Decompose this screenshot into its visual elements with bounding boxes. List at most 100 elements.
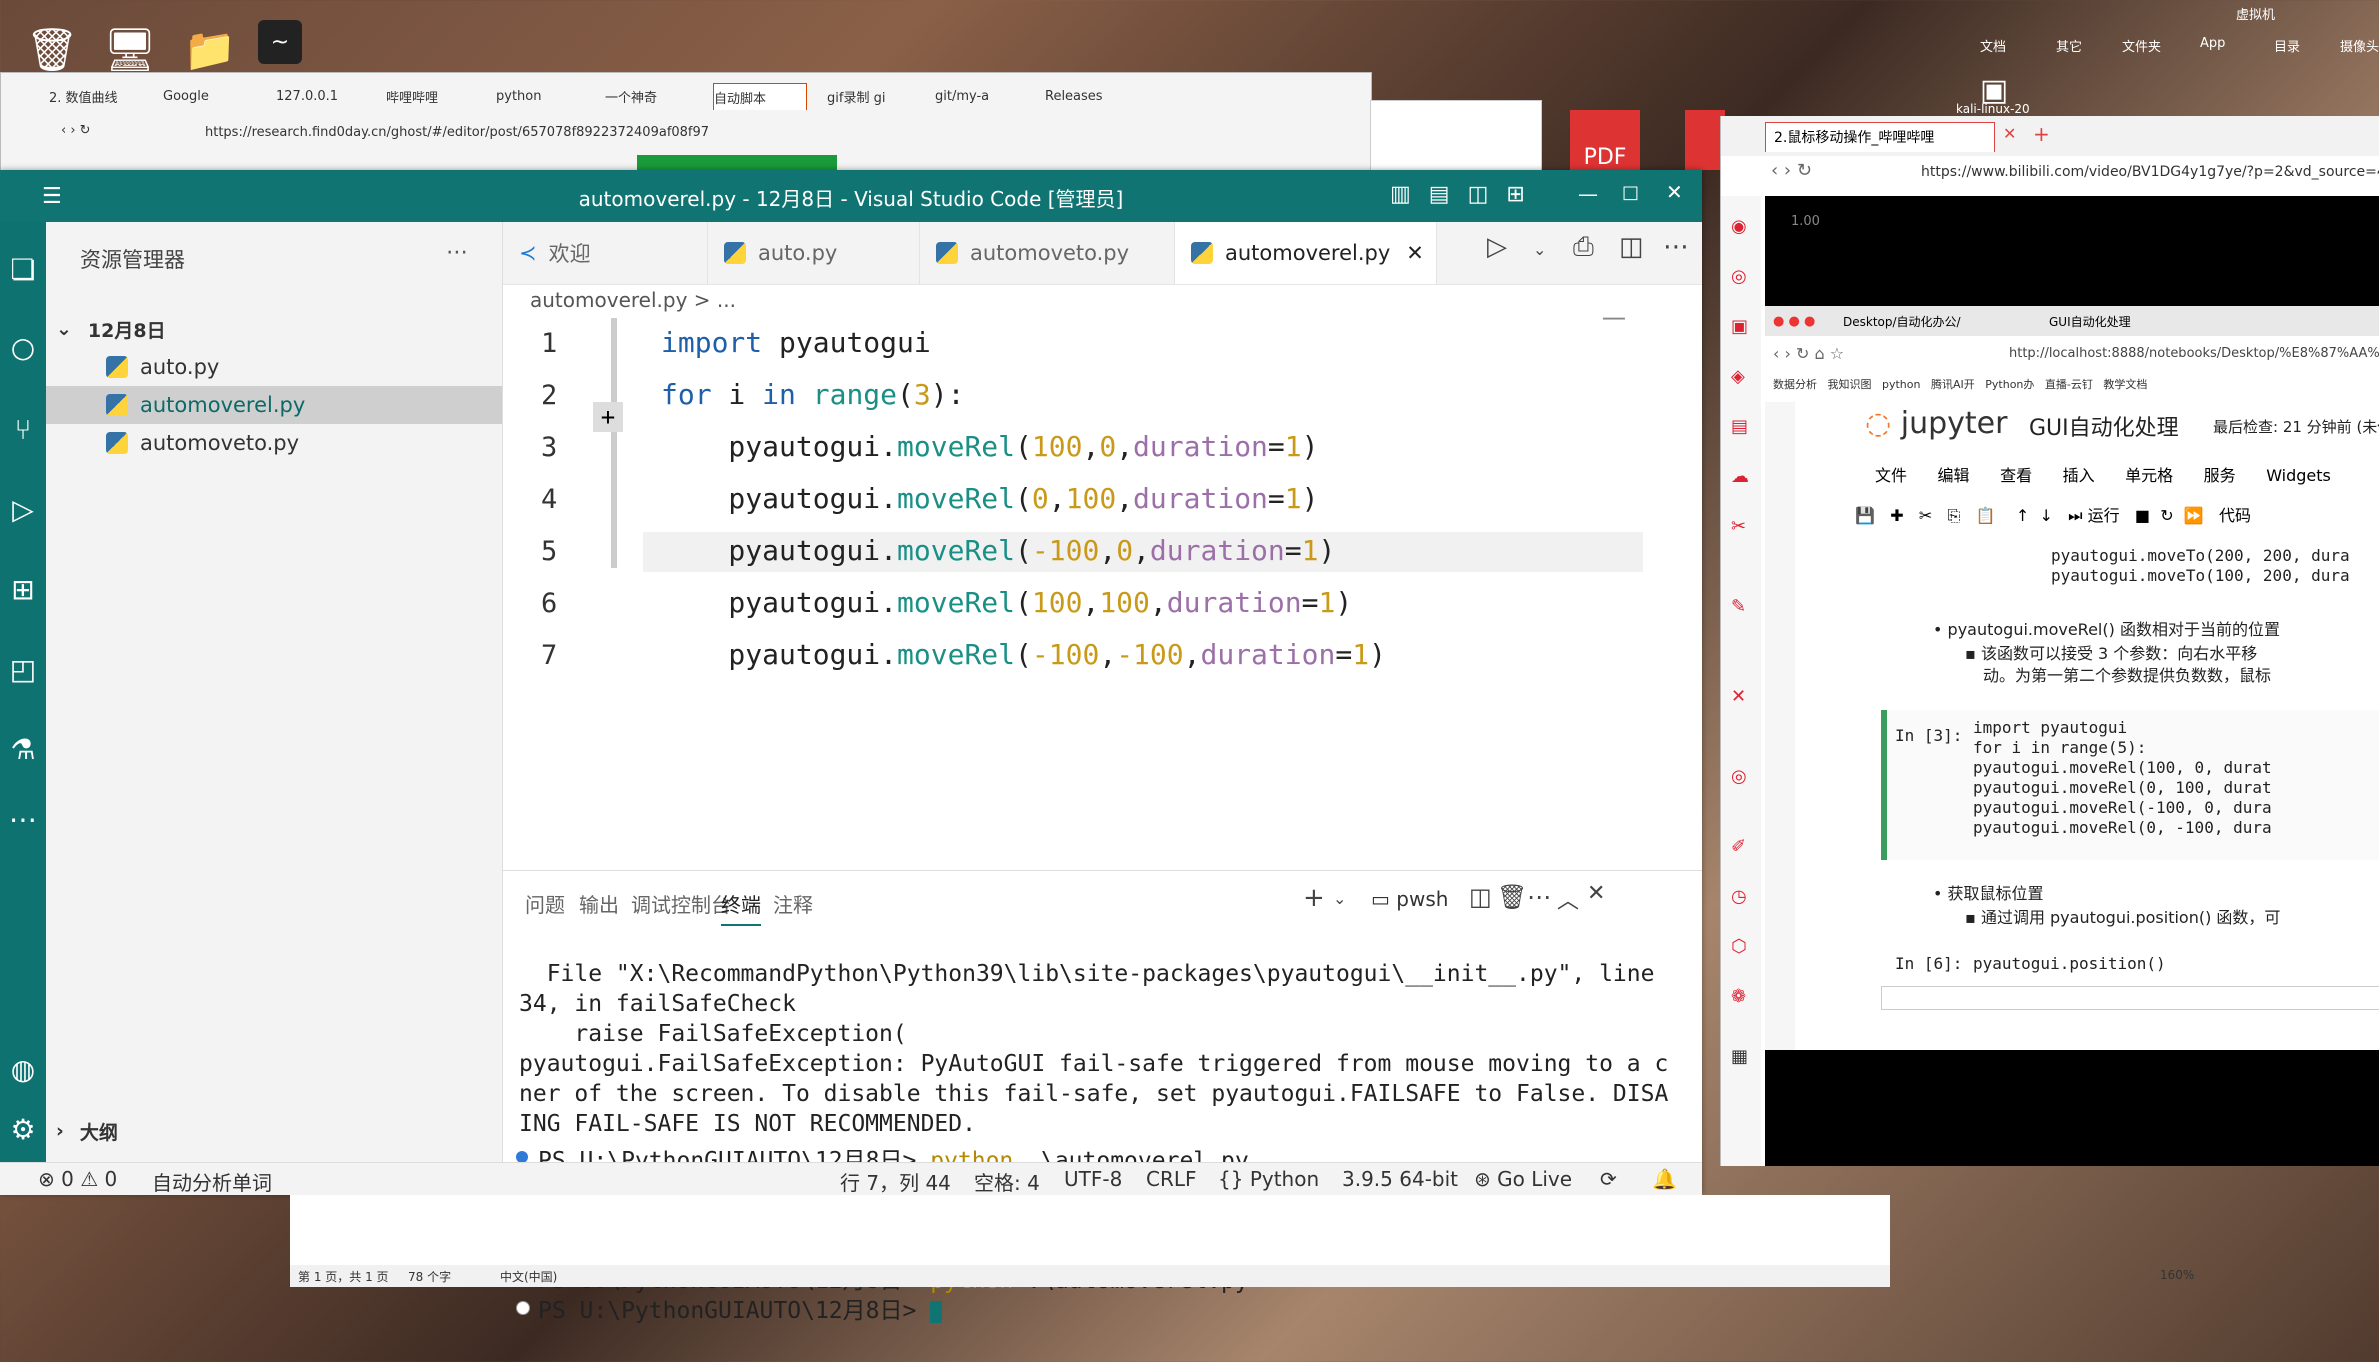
- desktop-label-other[interactable]: 其它: [2056, 36, 2082, 55]
- save-icon[interactable]: 💾: [1855, 506, 1875, 525]
- run-dropdown-icon[interactable]: ⌄: [1533, 240, 1546, 259]
- sidebar-app-icon[interactable]: ☁: [1731, 466, 1751, 487]
- copy-icon[interactable]: ⎘: [1948, 506, 1961, 525]
- word-zoom[interactable]: 160%: [2160, 1268, 2194, 1282]
- close-icon[interactable]: ✕: [1666, 180, 1683, 204]
- menu-kernel[interactable]: 服务: [2204, 466, 2236, 485]
- app-icon[interactable]: ~: [258, 20, 302, 64]
- back-tab-active[interactable]: 自动脚本: [713, 83, 807, 110]
- menu-file[interactable]: 文件: [1875, 466, 1907, 485]
- minimap[interactable]: ▔▔▔: [1603, 318, 1663, 348]
- sidebar-app-icon[interactable]: ❁: [1731, 986, 1751, 1007]
- pdf-icon-2[interactable]: [1685, 110, 1725, 170]
- recycle-bin-icon[interactable]: 🗑: [22, 20, 82, 80]
- maximize-panel-icon[interactable]: ︿: [1557, 883, 1579, 915]
- word-word-count[interactable]: 78 个字: [408, 1268, 451, 1285]
- jup-tab-active[interactable]: GUI自动化处理: [2049, 313, 2131, 330]
- account-icon[interactable]: ◍: [6, 1052, 40, 1086]
- trash-icon[interactable]: 🗑: [1497, 883, 1527, 911]
- back-tab[interactable]: 127.0.0.1: [276, 83, 368, 109]
- sidebar-app-icon[interactable]: ✕: [1731, 686, 1751, 707]
- back-tab[interactable]: gif录制 gi: [827, 83, 911, 109]
- notebook-title[interactable]: GUI自动化处理: [2029, 410, 2179, 442]
- code-line[interactable]: pyautogui.moveRel(0,100,duration=1): [661, 482, 1318, 515]
- split-editor-icon[interactable]: ◫: [1619, 232, 1644, 262]
- new-terminal-icon[interactable]: +: [1303, 883, 1325, 913]
- back-tab[interactable]: Google: [163, 83, 255, 109]
- file-automoverel[interactable]: automoverel.py: [46, 386, 502, 424]
- bell-icon[interactable]: 🔔: [1652, 1167, 1677, 1191]
- folder-icon[interactable]: 📁: [180, 20, 240, 80]
- code-line[interactable]: pyautogui.moveRel(100,100,duration=1): [661, 586, 1352, 619]
- cell-type-select[interactable]: 代码: [2219, 506, 2251, 525]
- jup-nav-icons[interactable]: ‹ › ↻ ⌂ ☆: [1773, 344, 1844, 363]
- desktop-label-vm[interactable]: 虚拟机: [2236, 4, 2275, 23]
- sidebar-app-icon[interactable]: ◎: [1731, 266, 1751, 287]
- breadcrumb[interactable]: automoverel.py > ...: [530, 288, 736, 312]
- code-line[interactable]: pyautogui.moveRel(-100,-100,duration=1): [661, 638, 1386, 671]
- terminal-more-icon[interactable]: ⋯: [1527, 883, 1551, 911]
- back-tab[interactable]: python: [496, 83, 566, 109]
- code-editor[interactable]: + 1 import pyautogui 2 for i in range(3): 3 …: [503, 318, 1683, 858]
- bookmark[interactable]: 我知识图: [1828, 378, 1872, 391]
- move-down-icon[interactable]: ↓: [2039, 506, 2052, 525]
- print-icon[interactable]: ⎙: [1573, 232, 1594, 263]
- bookmark[interactable]: 腾讯AI开: [1931, 378, 1975, 391]
- tab-problems[interactable]: 问题: [525, 889, 565, 918]
- jup-url[interactable]: http://localhost:8888/notebooks/Desktop/…: [2009, 346, 2379, 361]
- stop-icon[interactable]: ■: [2135, 506, 2150, 525]
- code-line[interactable]: pyautogui.moveRel(-100,0,duration=1): [661, 534, 1335, 567]
- language-status[interactable]: {} Python: [1218, 1167, 1319, 1191]
- sidebar-app-icon[interactable]: ▤: [1731, 416, 1751, 437]
- run-file-icon[interactable]: ▷: [1487, 232, 1507, 262]
- golive-status[interactable]: ⊛ Go Live: [1474, 1167, 1572, 1191]
- tab-comments[interactable]: 注释: [773, 889, 813, 918]
- tab-close-icon[interactable]: ✕: [1406, 241, 1424, 265]
- rb-url[interactable]: https://www.bilibili.com/video/BV1DG4y1g…: [1921, 164, 2379, 180]
- word-language[interactable]: 中文(中国): [500, 1268, 557, 1285]
- problems-status[interactable]: ⊗ 0 ⚠ 0: [38, 1167, 117, 1191]
- tab-automoveto[interactable]: automoveto.py: [920, 222, 1175, 284]
- rb-tab-active[interactable]: 2.鼠标移动操作_哔哩哔哩: [1765, 122, 1995, 152]
- restart-icon[interactable]: ↻: [2160, 506, 2173, 525]
- rb-nav-icons[interactable]: ‹ › ↻: [1771, 160, 1812, 181]
- encoding-status[interactable]: UTF-8: [1064, 1167, 1122, 1191]
- desktop-label-folder[interactable]: 文件夹: [2122, 36, 2161, 55]
- cell-code-line[interactable]: pyautogui.position(): [1973, 954, 2166, 973]
- empty-cell[interactable]: [1881, 986, 2379, 1010]
- sync-icon[interactable]: ⟳: [1600, 1167, 1617, 1191]
- sidebar-app-icon[interactable]: ◎: [1731, 766, 1751, 787]
- menu-cell[interactable]: 单元格: [2125, 466, 2173, 485]
- cursor-position[interactable]: 行 7，列 44: [840, 1167, 951, 1196]
- back-tab[interactable]: 一个神奇: [605, 83, 675, 109]
- interpreter-status[interactable]: 3.9.5 64-bit: [1342, 1167, 1458, 1191]
- sidebar-app-icon[interactable]: ⬡: [1731, 936, 1751, 957]
- terminal-shell[interactable]: ▭ pwsh: [1371, 887, 1448, 911]
- add-cell-icon[interactable]: ✚: [1890, 506, 1903, 525]
- back-nav-icons[interactable]: ‹ › ↻: [61, 123, 91, 138]
- close-panel-icon[interactable]: ✕: [1587, 881, 1605, 906]
- menu-edit[interactable]: 编辑: [1938, 466, 1970, 485]
- file-automoveto[interactable]: automoveto.py: [46, 424, 502, 462]
- more-icon[interactable]: ⋯: [6, 802, 40, 836]
- menu-widgets[interactable]: Widgets: [2266, 466, 2331, 485]
- pdf-icon[interactable]: PDF: [1570, 110, 1640, 170]
- tab-auto[interactable]: auto.py: [708, 222, 920, 284]
- jupyter-logo[interactable]: ◌ jupyter: [1865, 406, 2007, 441]
- layout-icons[interactable]: ▥▤◫⊞: [1390, 182, 1543, 207]
- bookmark[interactable]: python: [1882, 378, 1920, 391]
- menu-insert[interactable]: 插入: [2063, 466, 2095, 485]
- back-tab[interactable]: 哔哩哔哩: [386, 83, 456, 109]
- bookmark[interactable]: 直播-云钉: [2045, 378, 2093, 391]
- explorer-icon[interactable]: ❏: [6, 252, 40, 286]
- code-line[interactable]: for i in range(3):: [661, 378, 964, 411]
- jup-tab[interactable]: Desktop/自动化办公/: [1843, 313, 1961, 330]
- back-url[interactable]: https://research.find0day.cn/ghost/#/edi…: [205, 125, 709, 140]
- back-tab[interactable]: git/my-a: [935, 83, 1005, 109]
- code-line[interactable]: pyautogui.moveRel(100,0,duration=1): [661, 430, 1318, 463]
- qr-icon[interactable]: ▦: [1731, 1046, 1751, 1067]
- analysis-status[interactable]: 自动分析单词: [152, 1167, 272, 1196]
- search-icon[interactable]: ○: [6, 330, 40, 364]
- paste-icon[interactable]: 📋: [1976, 506, 1996, 525]
- maximize-icon[interactable]: □: [1622, 182, 1639, 203]
